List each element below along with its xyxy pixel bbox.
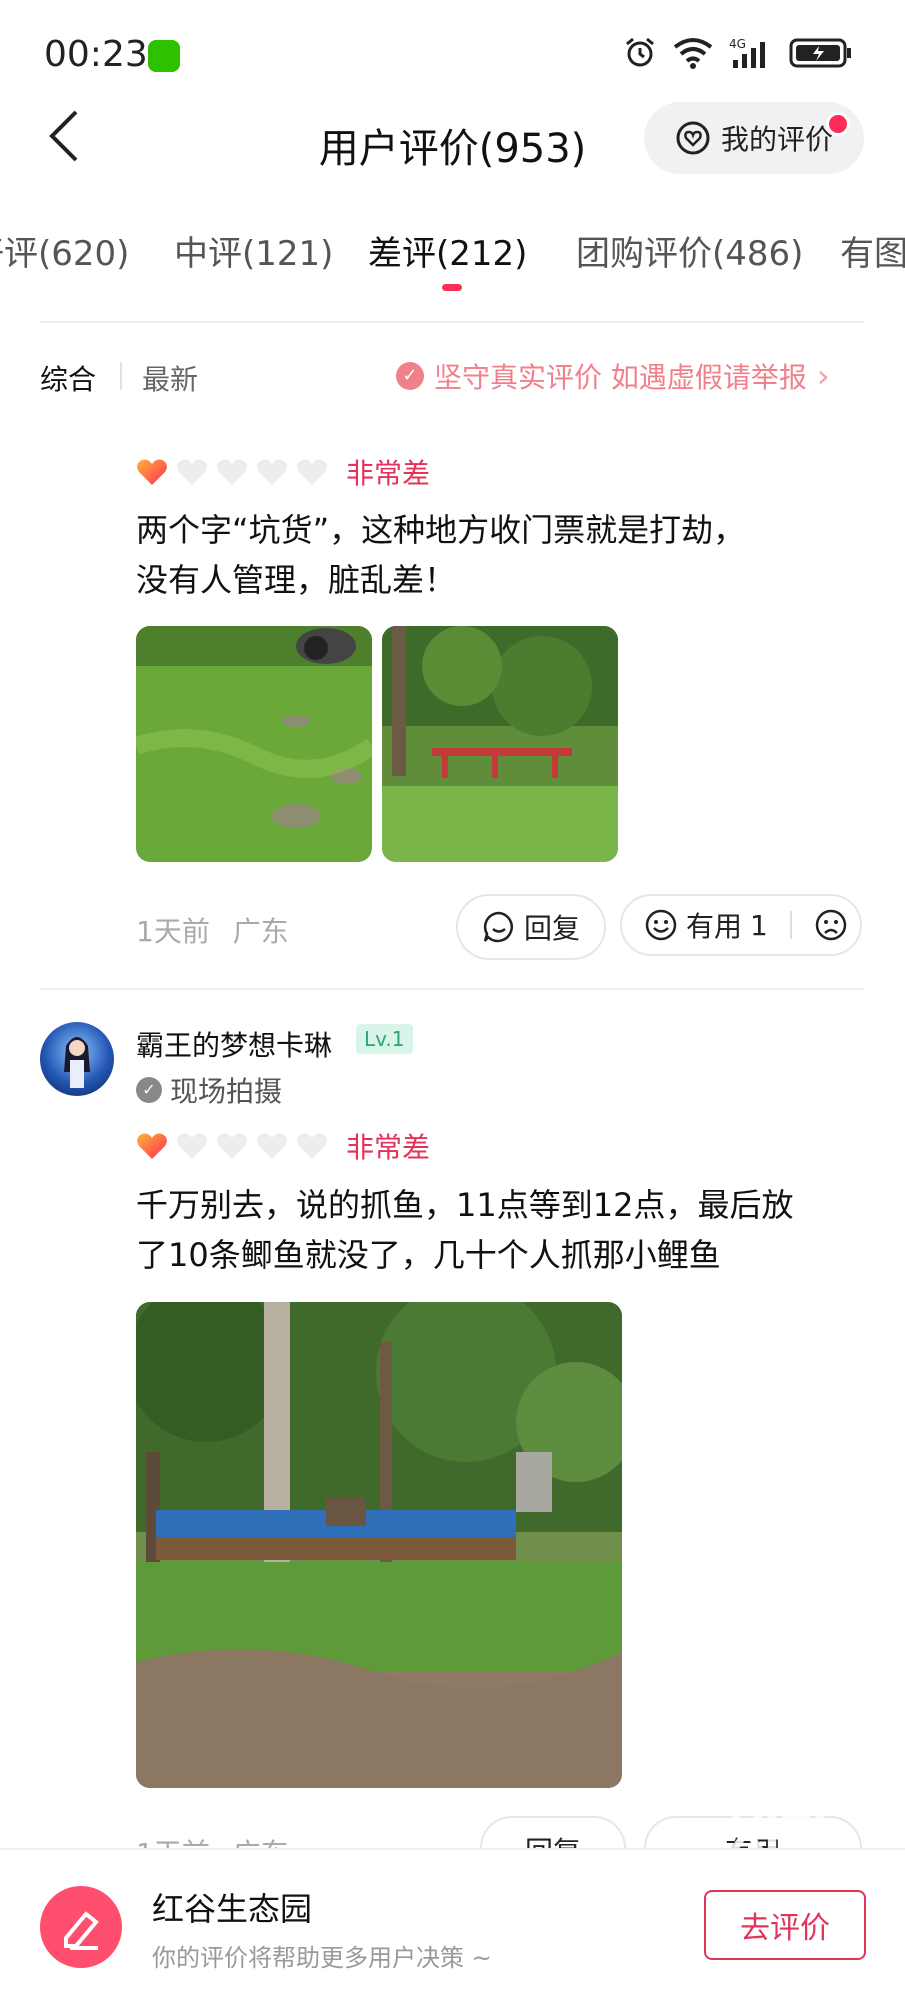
username[interactable]: 霸王的梦想卡琳 <box>136 1024 332 1064</box>
alarm-icon <box>626 37 654 67</box>
review-meta: 1天前 广东 <box>136 910 289 950</box>
place-subtitle: 你的评价将帮助更多用户决策 ~ <box>152 1944 492 1972</box>
review-photo[interactable] <box>382 626 618 862</box>
sort-comprehensive[interactable]: 综合 <box>40 358 96 398</box>
active-tab-indicator <box>442 284 462 291</box>
review-photo[interactable] <box>136 1302 622 1788</box>
heart-empty-icon <box>297 459 327 485</box>
place-name: 红谷生态园 <box>152 1890 313 1928</box>
review-rating: 非常差 <box>136 452 430 492</box>
heart-empty-icon <box>217 1133 247 1159</box>
heart-empty-icon <box>297 1133 327 1159</box>
onsite-photo-tag: ✓ 现场拍摄 <box>136 1070 282 1110</box>
signal-4g-icon: 4G <box>729 37 765 68</box>
chat-icon <box>483 911 513 943</box>
write-review-button[interactable]: 去评价 <box>704 1890 866 1960</box>
review-location: 广东 <box>232 915 289 948</box>
review-time: 1天前 <box>136 915 210 948</box>
reply-button[interactable]: 回复 <box>456 894 606 960</box>
status-time: 00:23 <box>44 34 148 75</box>
heart-empty-icon <box>217 459 247 485</box>
reply-label: 回复 <box>525 1830 581 1848</box>
heart-empty-icon <box>257 1133 287 1159</box>
tab-with-photos[interactable]: 有图 <box>840 226 905 275</box>
review-tabs: 好评(620) 中评(121) 差评(212) 团购评价(486) 有图 <box>0 226 905 286</box>
heart-chat-icon <box>676 121 710 155</box>
tab-neutral[interactable]: 中评(121) <box>174 226 333 275</box>
tab-good[interactable]: 好评(620) <box>0 226 129 275</box>
reply-label: 回复 <box>523 912 580 945</box>
useful-label[interactable]: 有用 <box>686 905 742 945</box>
battery-icon <box>789 38 851 68</box>
divider <box>40 988 864 990</box>
check-badge-icon: ✓ <box>136 1077 162 1103</box>
sort-separator <box>120 362 122 390</box>
frown-icon[interactable] <box>814 908 848 942</box>
chevron-right-icon: › <box>816 357 830 395</box>
notice-text: 坚守真实评价 如遇虚假请举报 <box>434 361 807 394</box>
pill-separator <box>789 911 792 939</box>
smile-icon[interactable] <box>644 908 678 942</box>
heart-empty-icon <box>177 459 207 485</box>
review-text: 两个字“坑货”，这种地方收门票就是打劫， 没有人管理，脏乱差！ <box>136 505 866 605</box>
divider <box>40 321 864 323</box>
my-review-label: 我的评价 <box>720 123 833 156</box>
status-icons: 4G <box>623 36 853 70</box>
rating-label: 非常差 <box>346 1131 431 1164</box>
pencil-icon <box>40 1886 122 1968</box>
authentic-review-notice[interactable]: ✓ 坚守真实评价 如遇虚假请举报 › <box>396 356 830 396</box>
review-location: 广东 <box>233 1837 289 1848</box>
tab-group-buy[interactable]: 团购评价(486) <box>576 226 803 275</box>
shield-check-icon: ✓ <box>396 362 424 390</box>
heart-empty-icon <box>257 459 287 485</box>
review-photo[interactable] <box>136 626 372 862</box>
heart-filled-icon <box>137 459 167 485</box>
review-time: 1天前 <box>136 1837 210 1848</box>
review-rating: 非常差 <box>136 1126 430 1166</box>
wechat-notification-icon <box>148 40 180 72</box>
review-text-line: 了10条鲫鱼就没了，几十个人抓那小鲤鱼 <box>136 1236 721 1274</box>
level-badge: Lv.1 <box>356 1024 413 1054</box>
review-text-line: 没有人管理，脏乱差！ <box>136 561 457 599</box>
useful-count: 1 <box>750 908 768 942</box>
rating-label: 非常差 <box>346 457 431 490</box>
review-meta: 1天前 广东 <box>136 1832 289 1848</box>
heart-filled-icon <box>137 1133 167 1159</box>
useful-button-group: 有用 1 <box>620 894 862 956</box>
wifi-icon <box>673 38 713 69</box>
avatar[interactable] <box>40 1022 114 1096</box>
review-text: 千万别去，说的抓鱼，11点等到12点，最后放 了10条鲫鱼就没了，几十个人抓那小… <box>136 1180 866 1280</box>
review-text-line: 千万别去，说的抓鱼，11点等到12点，最后放 <box>136 1186 794 1224</box>
tab-bad[interactable]: 差评(212) <box>368 226 527 275</box>
svg-text:4G: 4G <box>729 37 746 51</box>
onsite-label: 现场拍摄 <box>170 1075 283 1108</box>
review-text-line: 两个字“坑货”，这种地方收门票就是打劫， <box>136 511 746 549</box>
heart-empty-icon <box>177 1133 207 1159</box>
notification-dot <box>826 112 850 136</box>
sort-latest[interactable]: 最新 <box>142 358 198 398</box>
reply-button[interactable]: 回复 <box>480 1816 626 1848</box>
